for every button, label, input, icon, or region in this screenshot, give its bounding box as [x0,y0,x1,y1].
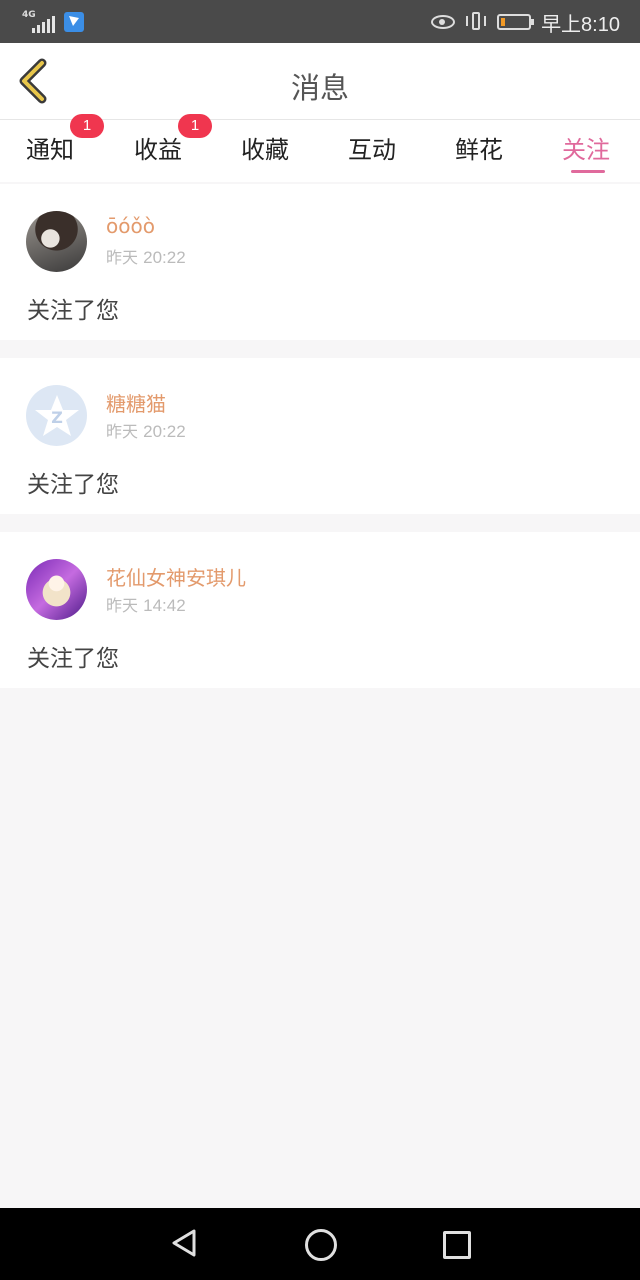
tab-interactions[interactable]: 互动 [348,130,396,165]
timestamp-day: 昨天 [106,422,139,441]
status-bar: 4G 早上8:10 [0,0,640,43]
avatar[interactable] [26,559,87,620]
battery-icon [497,14,535,30]
nav-home-icon[interactable] [305,1229,337,1261]
username[interactable]: 花仙女神安琪儿 [106,562,246,591]
vibrate-icon [465,11,487,33]
avatar[interactable] [26,211,87,272]
header: 消息 [0,43,640,120]
active-tab-indicator [571,170,605,173]
list-item[interactable]: 花仙女神安琪儿 昨天 14:42 关注了您 [0,532,640,688]
tab-notifications[interactable]: 通知 1 [26,114,104,165]
avatar[interactable]: Z [26,385,87,446]
tab-label: 关注 [562,136,610,164]
svg-text:Z: Z [51,408,63,427]
message-text: 关注了您 [27,472,119,498]
tab-bar: 通知 1 收益 1 收藏 互动 鲜花 关注 [0,114,640,182]
timestamp-time: 20:22 [143,422,186,441]
tab-label: 鲜花 [455,136,503,164]
tab-label: 收藏 [241,136,289,164]
default-avatar-star-icon: Z [34,394,79,436]
notification-badge: 1 [178,114,212,138]
tab-label: 通知 [26,136,74,164]
notification-badge: 1 [70,114,104,138]
timestamp-day: 昨天 [106,248,139,267]
list-item[interactable]: ōóǒò 昨天 20:22 关注了您 [0,184,640,340]
list-item[interactable]: Z 糖糖猫 昨天 20:22 关注了您 [0,358,640,514]
eye-comfort-icon [431,15,456,29]
timestamp-time: 14:42 [143,596,186,615]
timestamp: 昨天 14:42 [106,592,186,616]
tab-follows[interactable]: 关注 [562,130,610,173]
app-notification-icon [64,12,84,32]
nav-back-icon[interactable] [170,1228,198,1258]
timestamp: 昨天 20:22 [106,244,186,268]
page-title: 消息 [290,71,349,105]
system-nav-bar [0,1208,640,1280]
tab-label: 收益 [134,136,182,164]
username[interactable]: ōóǒò [106,214,155,238]
timestamp-day: 昨天 [106,596,139,615]
nav-recents-icon[interactable] [443,1231,471,1259]
tab-favorites[interactable]: 收藏 [241,130,289,165]
clock: 早上8:10 [541,13,620,36]
message-text: 关注了您 [27,646,119,672]
username[interactable]: 糖糖猫 [106,388,166,417]
tab-earnings[interactable]: 收益 1 [134,114,212,165]
message-text: 关注了您 [27,298,119,324]
signal-icon: 4G [22,11,56,33]
timestamp: 昨天 20:22 [106,418,186,442]
tab-flowers[interactable]: 鲜花 [455,130,503,165]
tab-label: 互动 [348,136,396,164]
timestamp-time: 20:22 [143,248,186,267]
